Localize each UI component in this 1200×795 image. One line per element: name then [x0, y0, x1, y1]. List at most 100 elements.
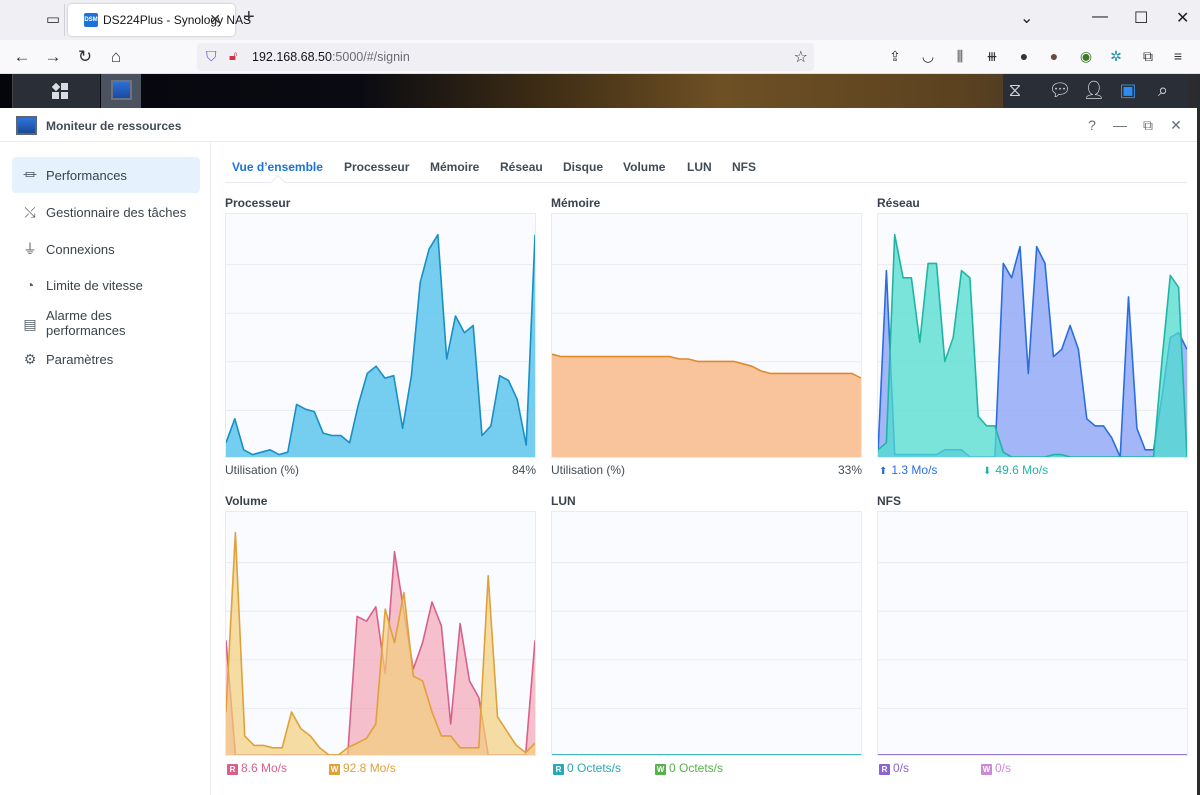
resource-monitor-window: Moniteur de ressources ? — ⧉ ✕ ⏛ Perform… — [0, 108, 1197, 795]
tab-processor[interactable]: Processeur — [344, 160, 409, 174]
sidebar-item-label: Performances — [46, 168, 127, 183]
lun-write: W0 Octets/s — [655, 761, 723, 775]
cpu-chart-svg — [226, 233, 535, 457]
url-host: 192.168.68.50 — [252, 50, 332, 64]
nfs-chart — [877, 511, 1188, 756]
sidebar-item-label: Gestionnaire des tâches — [46, 205, 187, 220]
volume-read: R 8.6 Mo/s — [227, 761, 287, 775]
sidebar-item-task-manager[interactable]: ⤯ Gestionnaire des tâches — [12, 194, 200, 230]
sidebar-item-label: Alarme des performances — [46, 308, 126, 338]
tab-nfs[interactable]: NFS — [732, 160, 756, 174]
memory-legend: Utilisation (%) 33% — [551, 463, 862, 479]
extension-puzzle-blue-icon[interactable]: ✲ — [1106, 48, 1126, 65]
network-legend: ⬆ 1.3 Mo/s ⬇ 49.6 Mo/s — [877, 463, 1188, 479]
extensions-icon[interactable]: ⧉ — [1138, 48, 1158, 65]
nfs-read: R 0/s — [879, 761, 909, 775]
sidebar-item-performances[interactable]: ⏛ Performances — [12, 157, 200, 193]
browser-tab[interactable]: DSM DS224Plus - Synology NAS ✕ — [68, 4, 251, 36]
extension-avatar-icon[interactable]: ● — [1044, 48, 1064, 64]
new-tab-icon[interactable]: + — [243, 6, 255, 29]
panel-title: Volume — [225, 494, 268, 508]
browser-nav-bar: ← → ↻ ⌂ ⛉ 🔓︎ 192.168.68.50:5000/#/signin… — [0, 40, 1200, 74]
reload-icon[interactable]: ↻ — [75, 47, 95, 67]
window-header: Moniteur de ressources ? — ⧉ ✕ — [0, 108, 1197, 142]
alarm-list-icon: ▤ — [23, 316, 37, 332]
tab-list-icon[interactable]: ▭ — [44, 10, 62, 28]
download-arrow-icon: ⬇ — [983, 466, 992, 477]
volume-write: W 92.8 Mo/s — [329, 761, 396, 775]
minimize-window-icon[interactable]: — — [1112, 117, 1128, 133]
cpu-chart — [225, 213, 536, 458]
dsm-favicon-icon: DSM — [84, 13, 98, 27]
library-icon[interactable]: ⫼ — [950, 48, 970, 65]
url-text[interactable]: 192.168.68.50:5000/#/signin — [252, 50, 410, 64]
tab-memory[interactable]: Mémoire — [430, 160, 479, 174]
write-badge-icon: W — [329, 764, 340, 775]
dsm-desktop: ⧖ 💬︎ 👤︎ ▣ ⌕ — [0, 74, 1200, 108]
extension-grid-icon[interactable]: ⧻ — [982, 48, 1002, 65]
synology-search-icon[interactable]: ⧖ — [1003, 80, 1027, 101]
write-badge-icon: W — [655, 764, 666, 775]
tab-bar: Vue d’ensemble Processeur Mémoire Réseau… — [225, 155, 1187, 190]
close-window-icon[interactable]: ✕ — [1176, 8, 1189, 28]
bookmark-star-icon[interactable]: ☆ — [794, 47, 808, 67]
close-window-button-icon[interactable]: ✕ — [1168, 117, 1184, 134]
sidebar: ⏛ Performances ⤯ Gestionnaire des tâches… — [0, 143, 211, 795]
extension-balls-icon[interactable]: ● — [1014, 48, 1034, 64]
maximize-icon[interactable]: ☐ — [1134, 8, 1148, 28]
url-bar[interactable]: ⛉ 🔓︎ 192.168.68.50:5000/#/signin ☆ — [197, 43, 814, 71]
notifications-chat-icon[interactable]: 💬︎ — [1048, 80, 1072, 101]
close-tab-icon[interactable]: ✕ — [209, 11, 221, 28]
minimize-icon[interactable]: — — [1092, 8, 1108, 26]
save-to-icon[interactable]: ⇪ — [885, 48, 905, 65]
panel-title: Réseau — [877, 196, 920, 210]
tab-network[interactable]: Réseau — [500, 160, 543, 174]
gear-icon: ⚙ — [23, 351, 37, 367]
sidebar-item-speed-limit[interactable]: ◔ Limite de vitesse — [12, 267, 200, 303]
series-area-utilisation — [226, 234, 535, 457]
volume-write-value: 92.8 Mo/s — [343, 761, 396, 775]
tracking-shield-icon[interactable]: ⛉ — [206, 48, 217, 65]
lun-read: R0 Octets/s — [553, 761, 621, 775]
browser-tab-bar: ▭ DSM DS224Plus - Synology NAS ✕ + ⌄ — ☐… — [0, 0, 1200, 40]
user-icon[interactable]: 👤︎ — [1082, 80, 1106, 101]
network-chart — [877, 213, 1188, 458]
lun-chart — [551, 511, 862, 756]
lun-write-value: 0 Octets/s — [669, 761, 724, 775]
sidebar-item-performance-alarm[interactable]: ▤ Alarme des performances — [12, 303, 200, 345]
insecure-lock-icon[interactable]: 🔓︎ — [229, 48, 237, 64]
volume-chart-svg — [226, 531, 535, 755]
memory-usage-label: Utilisation (%) — [551, 463, 626, 477]
cpu-usage-value: 84% — [511, 463, 536, 477]
panel-title: LUN — [551, 494, 576, 508]
nfs-read-value: 0/s — [893, 761, 910, 775]
extension-warning-icon[interactable]: ◉ — [1076, 48, 1096, 65]
sidebar-item-settings[interactable]: ⚙ Paramètres — [12, 341, 200, 377]
divider — [64, 4, 65, 36]
sidebar-item-connections[interactable]: ⏚ Connexions — [12, 231, 200, 267]
help-button[interactable]: ? — [1084, 117, 1100, 133]
back-icon[interactable]: ← — [12, 47, 32, 67]
restore-window-icon[interactable]: ⧉ — [1140, 117, 1156, 134]
tab-disk[interactable]: Disque — [563, 160, 603, 174]
tab-lun[interactable]: LUN — [687, 160, 712, 174]
download-value: 49.6 Mo/s — [995, 463, 1049, 477]
pocket-icon[interactable]: ◡ — [918, 48, 938, 65]
nfs-legend: R 0/s W 0/s — [877, 761, 1188, 777]
nfs-write-value: 0/s — [995, 761, 1012, 775]
tab-overview[interactable]: Vue d’ensemble — [232, 160, 323, 174]
search-icon[interactable]: ⌕ — [1151, 80, 1175, 101]
list-all-tabs-icon[interactable]: ⌄ — [1020, 8, 1033, 28]
taskbar-resource-monitor[interactable] — [101, 74, 141, 108]
resource-monitor-app-icon — [16, 116, 37, 135]
volume-legend: R 8.6 Mo/s W 92.8 Mo/s — [225, 761, 536, 777]
widgets-icon[interactable]: ▣ — [1116, 80, 1140, 101]
forward-icon[interactable]: → — [43, 47, 63, 67]
resource-monitor-icon — [111, 80, 132, 100]
plug-icon: ⏚ — [23, 241, 37, 257]
main-menu-button[interactable] — [12, 74, 100, 108]
tab-volume[interactable]: Volume — [623, 160, 665, 174]
home-icon[interactable]: ⌂ — [106, 47, 126, 67]
menu-icon[interactable]: ≡ — [1168, 48, 1188, 64]
lun-read-value: 0 Octets/s — [567, 761, 622, 775]
